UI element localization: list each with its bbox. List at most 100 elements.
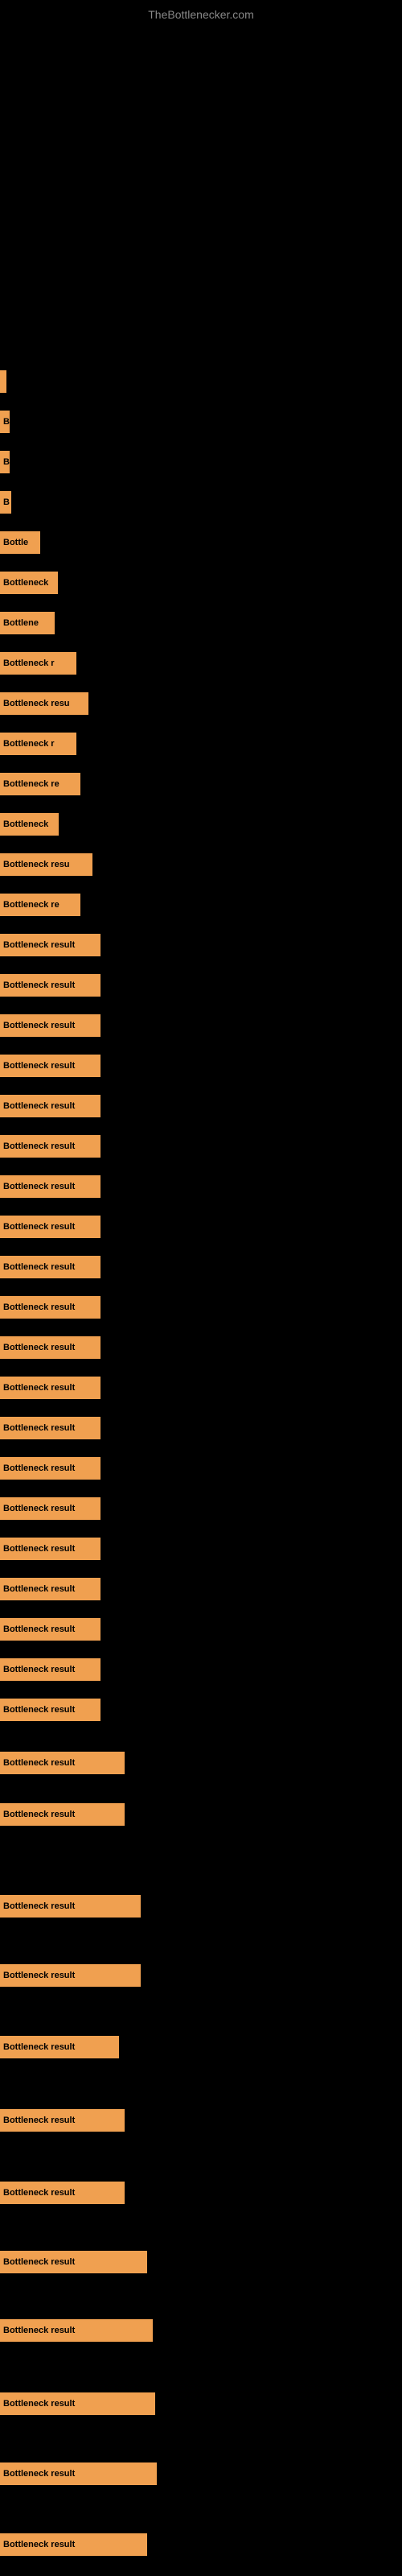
bar-fill-19: Bottleneck result	[0, 1095, 100, 1117]
bar-fill-8: Bottleneck r	[0, 652, 76, 675]
bar-item-30: Bottleneck result	[0, 1538, 100, 1560]
bar-label-23: Bottleneck result	[3, 1262, 75, 1272]
bar-fill-34: Bottleneck result	[0, 1699, 100, 1721]
bar-item-23: Bottleneck result	[0, 1256, 100, 1278]
bar-label-16: Bottleneck result	[3, 980, 75, 990]
bar-fill-43: Bottleneck result	[0, 2319, 153, 2342]
bar-fill-20: Bottleneck result	[0, 1135, 100, 1158]
bar-fill-16: Bottleneck result	[0, 974, 100, 997]
bar-label-20: Bottleneck result	[3, 1141, 75, 1151]
bar-item-38: Bottleneck result	[0, 1964, 141, 1987]
bar-fill-11: Bottleneck re	[0, 773, 80, 795]
bar-fill-33: Bottleneck result	[0, 1658, 100, 1681]
bar-label-7: Bottlene	[3, 618, 39, 628]
bar-label-24: Bottleneck result	[3, 1302, 75, 1312]
bar-item-5: Bottle	[0, 531, 40, 554]
bar-fill-36: Bottleneck result	[0, 1803, 125, 1826]
bar-item-42: Bottleneck result	[0, 2251, 147, 2273]
bar-item-12: Bottleneck	[0, 813, 59, 836]
bar-item-4: B	[0, 491, 11, 514]
bar-item-2: B	[0, 411, 10, 433]
bar-fill-14: Bottleneck re	[0, 894, 80, 916]
bar-item-43: Bottleneck result	[0, 2319, 153, 2342]
bar-label-18: Bottleneck result	[3, 1061, 75, 1071]
bar-label-31: Bottleneck result	[3, 1584, 75, 1594]
bar-label-37: Bottleneck result	[3, 1901, 75, 1911]
bar-item-11: Bottleneck re	[0, 773, 80, 795]
bar-item-18: Bottleneck result	[0, 1055, 100, 1077]
bar-label-46: Bottleneck result	[3, 2540, 75, 2549]
bar-item-15: Bottleneck result	[0, 934, 100, 956]
bar-fill-21: Bottleneck result	[0, 1175, 100, 1198]
bar-item-32: Bottleneck result	[0, 1618, 100, 1641]
bar-fill-12: Bottleneck	[0, 813, 59, 836]
bar-label-10: Bottleneck r	[3, 739, 55, 749]
bar-label-27: Bottleneck result	[3, 1423, 75, 1433]
bar-item-35: Bottleneck result	[0, 1752, 125, 1774]
bar-item-41: Bottleneck result	[0, 2182, 125, 2204]
bar-fill-7: Bottlene	[0, 612, 55, 634]
bar-fill-35: Bottleneck result	[0, 1752, 125, 1774]
bar-item-9: Bottleneck resu	[0, 692, 88, 715]
bar-item-26: Bottleneck result	[0, 1377, 100, 1399]
bar-item-28: Bottleneck result	[0, 1457, 100, 1480]
bar-label-35: Bottleneck result	[3, 1758, 75, 1768]
bar-item-17: Bottleneck result	[0, 1014, 100, 1037]
bar-item-31: Bottleneck result	[0, 1578, 100, 1600]
bar-label-3: B	[3, 457, 10, 467]
bar-label-41: Bottleneck result	[3, 2188, 75, 2198]
bar-item-10: Bottleneck r	[0, 733, 76, 755]
bar-label-44: Bottleneck result	[3, 2399, 75, 2409]
bar-fill-5: Bottle	[0, 531, 40, 554]
bar-label-13: Bottleneck resu	[3, 860, 70, 869]
bar-fill-46: Bottleneck result	[0, 2533, 147, 2556]
bar-label-14: Bottleneck re	[3, 900, 59, 910]
bar-item-25: Bottleneck result	[0, 1336, 100, 1359]
bar-fill-1	[0, 370, 6, 393]
bar-item-16: Bottleneck result	[0, 974, 100, 997]
bar-fill-29: Bottleneck result	[0, 1497, 100, 1520]
bar-item-3: B	[0, 451, 10, 473]
bar-item-45: Bottleneck result	[0, 2462, 157, 2485]
bar-label-40: Bottleneck result	[3, 2116, 75, 2125]
bar-label-43: Bottleneck result	[3, 2326, 75, 2335]
bar-fill-13: Bottleneck resu	[0, 853, 92, 876]
bar-fill-17: Bottleneck result	[0, 1014, 100, 1037]
site-title: TheBottlenecker.com	[0, 0, 402, 29]
bar-fill-44: Bottleneck result	[0, 2392, 155, 2415]
bar-item-1	[0, 370, 6, 393]
bar-fill-2: B	[0, 411, 10, 433]
bar-label-26: Bottleneck result	[3, 1383, 75, 1393]
bar-label-9: Bottleneck resu	[3, 699, 70, 708]
bar-label-38: Bottleneck result	[3, 1971, 75, 1980]
bar-label-12: Bottleneck	[3, 819, 48, 829]
bar-label-45: Bottleneck result	[3, 2469, 75, 2479]
bar-item-21: Bottleneck result	[0, 1175, 100, 1198]
bar-fill-15: Bottleneck result	[0, 934, 100, 956]
bar-label-25: Bottleneck result	[3, 1343, 75, 1352]
bar-label-28: Bottleneck result	[3, 1463, 75, 1473]
bar-fill-40: Bottleneck result	[0, 2109, 125, 2132]
bar-item-27: Bottleneck result	[0, 1417, 100, 1439]
bar-label-4: B	[3, 497, 10, 507]
bar-label-21: Bottleneck result	[3, 1182, 75, 1191]
bar-item-20: Bottleneck result	[0, 1135, 100, 1158]
bar-label-36: Bottleneck result	[3, 1810, 75, 1819]
bar-fill-6: Bottleneck	[0, 572, 58, 594]
bar-item-7: Bottlene	[0, 612, 55, 634]
bar-label-17: Bottleneck result	[3, 1021, 75, 1030]
bar-fill-45: Bottleneck result	[0, 2462, 157, 2485]
bar-label-39: Bottleneck result	[3, 2042, 75, 2052]
bar-item-8: Bottleneck r	[0, 652, 76, 675]
bar-label-22: Bottleneck result	[3, 1222, 75, 1232]
bar-label-5: Bottle	[3, 538, 28, 547]
bar-fill-38: Bottleneck result	[0, 1964, 141, 1987]
bar-fill-18: Bottleneck result	[0, 1055, 100, 1077]
bar-item-24: Bottleneck result	[0, 1296, 100, 1319]
bar-fill-39: Bottleneck result	[0, 2036, 119, 2058]
bar-fill-28: Bottleneck result	[0, 1457, 100, 1480]
bar-fill-30: Bottleneck result	[0, 1538, 100, 1560]
bar-label-11: Bottleneck re	[3, 779, 59, 789]
bar-item-40: Bottleneck result	[0, 2109, 125, 2132]
bar-fill-37: Bottleneck result	[0, 1895, 141, 1918]
